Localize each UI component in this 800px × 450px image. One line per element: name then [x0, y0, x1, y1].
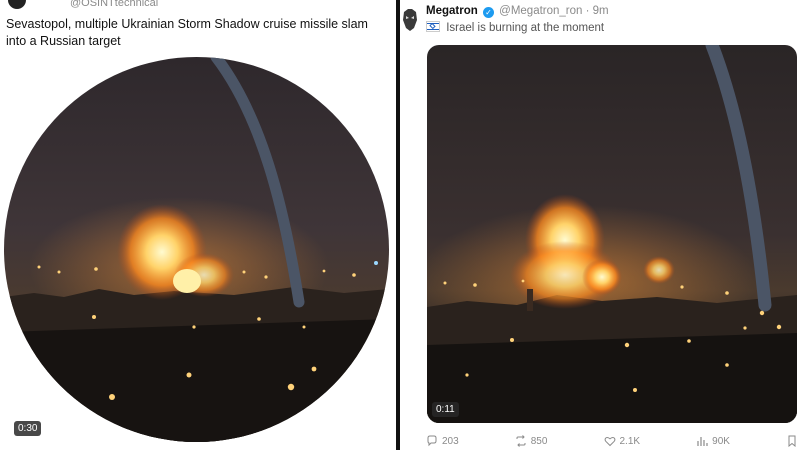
video-duration-badge: 0:11: [432, 402, 459, 417]
author-row: Megatron ✓ @Megatron_ron · 9m: [426, 5, 609, 18]
israel-flag-icon: [426, 21, 440, 32]
reply-icon: [427, 435, 437, 447]
right-post: Megatron ✓ @Megatron_ron · 9m Israel is …: [400, 0, 800, 450]
repost-icon: [516, 435, 526, 447]
video-player[interactable]: [427, 45, 797, 423]
handle-and-time[interactable]: @Megatron_ron · 9m: [499, 5, 608, 17]
author-avatar[interactable]: [8, 0, 26, 9]
repost-count: 850: [530, 435, 548, 447]
post-caption: Sevastopol, multiple Ukrainian Storm Sha…: [6, 17, 368, 48]
video-player[interactable]: [4, 57, 389, 442]
tweet-text-row: Israel is burning at the moment: [426, 21, 604, 34]
like-button[interactable]: 2.1K: [604, 435, 641, 447]
video-duration-badge: 0:30: [14, 421, 42, 436]
views-count: 90K: [712, 435, 730, 447]
megatron-avatar-icon[interactable]: [400, 8, 420, 32]
tweet-text: Israel is burning at the moment: [446, 22, 605, 34]
repost-button[interactable]: 850: [515, 435, 548, 447]
reply-button[interactable]: 203: [426, 435, 459, 447]
author-handle[interactable]: @OSINTtechnical: [70, 0, 158, 9]
views-icon: [697, 437, 708, 446]
like-icon: [604, 436, 615, 447]
reply-count: 203: [442, 435, 459, 447]
tweet-action-bar: 203 850 2.1K 90K: [426, 432, 798, 450]
views-button[interactable]: 90K: [696, 435, 730, 447]
like-count: 2.1K: [619, 435, 641, 447]
display-name[interactable]: Megatron: [426, 5, 478, 17]
bookmark-button[interactable]: [786, 435, 798, 447]
explosion-video-frame: [427, 45, 797, 423]
left-post: @OSINTtechnical Sevastopol, multiple Ukr…: [0, 0, 396, 450]
bookmark-icon: [788, 435, 796, 447]
verified-badge-icon: ✓: [482, 7, 494, 18]
explosion-video-frame: [4, 57, 389, 442]
